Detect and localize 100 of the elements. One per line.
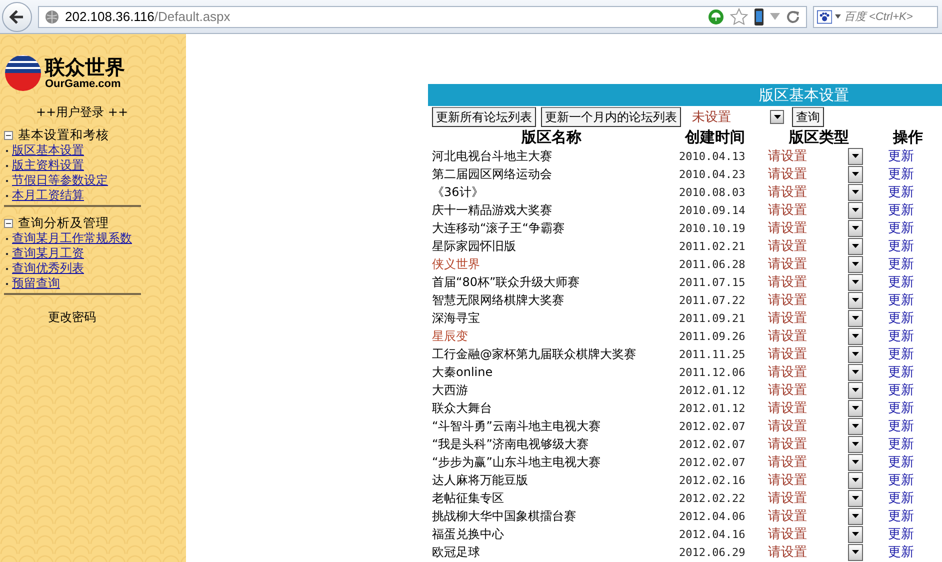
date-cell-text: 2012.01.12 bbox=[679, 384, 746, 396]
update-link[interactable]: 更新 bbox=[888, 219, 942, 237]
dropdown-button[interactable] bbox=[848, 364, 863, 380]
sidebar-link[interactable]: 查询某月工作常规系数 bbox=[12, 231, 132, 246]
dropdown-button[interactable] bbox=[848, 202, 863, 218]
sidebar-link[interactable]: 预留查询 bbox=[12, 276, 60, 291]
update-button[interactable]: 更新所有论坛列表 bbox=[432, 107, 536, 127]
caret-icon bbox=[852, 244, 859, 248]
dropdown-button[interactable] bbox=[848, 310, 863, 326]
dropdown-button[interactable] bbox=[848, 148, 863, 164]
sidebar-link[interactable]: 版区基本设置 bbox=[12, 143, 84, 158]
sidebar-link[interactable]: 查询某月工资 bbox=[12, 246, 84, 261]
caret-icon bbox=[852, 316, 859, 320]
update-link[interactable]: 更新 bbox=[888, 309, 942, 327]
reload-icon[interactable] bbox=[786, 10, 800, 24]
panel-title: 版区基本设置 bbox=[759, 86, 849, 104]
update-link[interactable]: 更新 bbox=[888, 435, 942, 453]
update-link[interactable]: 更新 bbox=[888, 525, 942, 543]
board-name: 大秦online bbox=[431, 364, 494, 380]
dropdown-button[interactable] bbox=[848, 238, 863, 254]
update-link[interactable]: 更新 bbox=[888, 417, 942, 435]
dropdown-button[interactable] bbox=[848, 382, 863, 398]
sidebar-link[interactable]: 本月工资结算 bbox=[12, 188, 84, 203]
dropdown-button[interactable] bbox=[848, 472, 863, 488]
section-title[interactable]: 查询分析及管理 bbox=[18, 215, 109, 231]
address-bar[interactable]: 202.108.36.116/Default.aspx bbox=[38, 6, 807, 28]
update-link[interactable]: 更新 bbox=[888, 147, 942, 165]
update-button[interactable]: 更新一个月内的论坛列表 bbox=[541, 107, 681, 127]
board-name: 星辰变 bbox=[431, 328, 469, 344]
dropdown-button[interactable] bbox=[848, 274, 863, 290]
type-value: 请设置 bbox=[768, 400, 808, 417]
change-password-link[interactable]: 更改密码 bbox=[48, 309, 96, 326]
update-link[interactable]: 更新 bbox=[888, 327, 942, 345]
update-link[interactable]: 更新 bbox=[888, 165, 942, 183]
collapse-icon[interactable] bbox=[4, 130, 13, 140]
dropdown-button[interactable] bbox=[848, 508, 863, 524]
dropdown-button[interactable] bbox=[848, 454, 863, 470]
type-value: 请设置 bbox=[768, 526, 808, 543]
dropdown-button[interactable] bbox=[848, 526, 863, 542]
board-name: 欧冠足球 bbox=[431, 544, 481, 560]
type-value: 请设置 bbox=[768, 148, 808, 165]
caret-icon bbox=[852, 208, 859, 212]
collapse-icon[interactable] bbox=[4, 218, 13, 228]
section-title[interactable]: 基本设置和考核 bbox=[18, 127, 109, 143]
dropdown-button[interactable] bbox=[848, 328, 863, 344]
board-name: 《36计》 bbox=[431, 184, 484, 200]
star-icon[interactable] bbox=[730, 8, 748, 26]
dropdown-button[interactable] bbox=[848, 184, 863, 200]
update-link[interactable]: 更新 bbox=[888, 183, 942, 201]
dropdown-button[interactable] bbox=[848, 346, 863, 362]
date-cell-text: 2011.12.06 bbox=[679, 366, 746, 378]
dropdown-button[interactable] bbox=[848, 436, 863, 452]
date-cell-text: 2012.02.16 bbox=[679, 474, 746, 486]
back-button[interactable] bbox=[2, 2, 32, 32]
update-link[interactable]: 更新 bbox=[888, 291, 942, 309]
date-cell-text: 2011.07.22 bbox=[679, 294, 746, 306]
phone-icon[interactable] bbox=[754, 8, 764, 26]
board-name: 福蛋兑换中心 bbox=[431, 526, 505, 542]
date-cell-text: 2012.04.16 bbox=[679, 528, 746, 540]
dropdown-button[interactable] bbox=[848, 166, 863, 182]
caret-icon bbox=[852, 280, 859, 284]
update-link[interactable]: 更新 bbox=[888, 471, 942, 489]
update-link[interactable]: 更新 bbox=[888, 507, 942, 525]
dropdown-button[interactable] bbox=[770, 110, 784, 124]
date-cell-text: 2012.04.06 bbox=[679, 510, 746, 522]
dropdown-button[interactable] bbox=[848, 490, 863, 506]
type-value: 请设置 bbox=[768, 256, 808, 273]
type-value: 请设置 bbox=[768, 202, 808, 219]
update-link[interactable]: 更新 bbox=[888, 489, 942, 507]
login-link[interactable]: ++用户登录 ++ bbox=[36, 104, 128, 121]
dropdown-button[interactable] bbox=[848, 220, 863, 236]
type-value: 请设置 bbox=[768, 220, 808, 237]
search-bar[interactable]: 百度 <Ctrl+K> bbox=[813, 6, 938, 28]
update-link[interactable]: 更新 bbox=[888, 381, 942, 399]
dropdown-button[interactable] bbox=[848, 400, 863, 416]
dropdown-button[interactable] bbox=[848, 256, 863, 272]
update-link[interactable]: 更新 bbox=[888, 273, 942, 291]
date-cell-text: 2011.11.25 bbox=[679, 348, 746, 360]
type-value: 请设置 bbox=[768, 274, 808, 291]
sidebar-link[interactable]: 版主资料设置 bbox=[12, 158, 84, 173]
logo-subtitle: OurGame.com bbox=[45, 78, 122, 90]
query-button[interactable]: 查询 bbox=[792, 107, 824, 127]
caret-icon bbox=[835, 14, 841, 19]
update-link[interactable]: 更新 bbox=[888, 255, 942, 273]
dropdown-button[interactable] bbox=[848, 292, 863, 308]
dropdown-button[interactable] bbox=[848, 544, 863, 560]
sidebar-link[interactable]: 节假日等参数设定 bbox=[12, 173, 108, 188]
board-name: 侠义世界 bbox=[431, 256, 481, 272]
update-link[interactable]: 更新 bbox=[888, 201, 942, 219]
dropdown-button[interactable] bbox=[848, 418, 863, 434]
sidebar-link[interactable]: 查询优秀列表 bbox=[12, 261, 84, 276]
caret-icon bbox=[852, 550, 859, 554]
update-link[interactable]: 更新 bbox=[888, 399, 942, 417]
date-cell-text: 2010.08.03 bbox=[679, 186, 746, 198]
logo-icon bbox=[4, 54, 42, 92]
update-link[interactable]: 更新 bbox=[888, 543, 942, 561]
update-link[interactable]: 更新 bbox=[888, 345, 942, 363]
update-link[interactable]: 更新 bbox=[888, 363, 942, 381]
update-link[interactable]: 更新 bbox=[888, 237, 942, 255]
update-link[interactable]: 更新 bbox=[888, 453, 942, 471]
